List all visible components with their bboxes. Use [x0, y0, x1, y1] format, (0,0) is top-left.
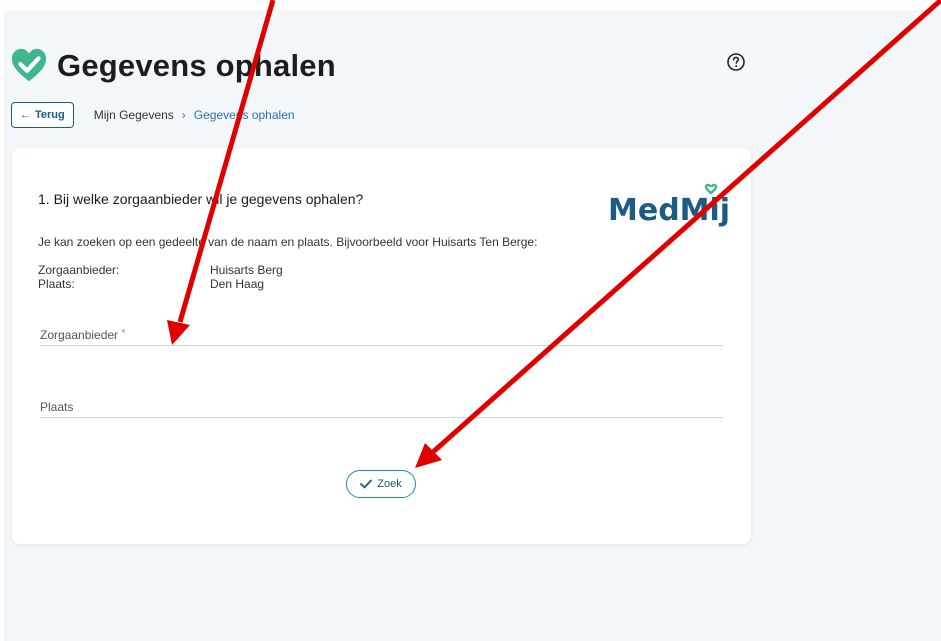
- provider-field[interactable]: Zorgaanbieder *: [40, 324, 723, 346]
- navigation-bar: ← Terug Mijn Gegevens › Gegevens ophalen: [11, 102, 295, 128]
- example-key: Plaats:: [38, 277, 75, 291]
- example-block: Zorgaanbieder: Huisarts Berg Plaats: Den…: [38, 263, 283, 291]
- question-heading: 1. Bij welke zorgaanbieder wil je gegeve…: [38, 191, 364, 207]
- example-value: Huisarts Berg: [210, 263, 283, 277]
- provider-field-underline: [40, 345, 723, 346]
- search-button[interactable]: Zoek: [346, 470, 416, 498]
- example-row: Zorgaanbieder: Huisarts Berg: [38, 263, 283, 277]
- page-title: Gegevens ophalen: [57, 48, 336, 83]
- example-key: Zorgaanbieder:: [38, 263, 120, 277]
- back-button[interactable]: ← Terug: [11, 102, 74, 128]
- provider-input[interactable]: [40, 324, 723, 344]
- breadcrumb: Mijn Gegevens › Gegevens ophalen: [94, 108, 295, 122]
- example-row: Plaats: Den Haag: [38, 277, 283, 291]
- medmij-logo: MedMij: [608, 183, 728, 228]
- place-field[interactable]: Plaats: [40, 398, 723, 418]
- breadcrumb-current: Gegevens ophalen: [193, 108, 295, 122]
- checkmark-icon: [360, 479, 373, 489]
- search-card: 1. Bij welke zorgaanbieder wil je gegeve…: [12, 148, 751, 544]
- arrow-left-icon: ←: [20, 109, 31, 121]
- back-button-label: Terug: [35, 109, 65, 121]
- question-circle-icon[interactable]: [726, 52, 746, 72]
- chevron-right-icon: ›: [181, 108, 186, 122]
- search-hint: Je kan zoeken op een gedeelte van de naa…: [38, 235, 538, 249]
- place-field-underline: [40, 417, 723, 418]
- page-header: Gegevens ophalen: [10, 44, 336, 88]
- svg-text:MedMij: MedMij: [608, 193, 728, 228]
- heart-check-icon: [11, 48, 47, 82]
- search-button-label: Zoek: [377, 478, 402, 490]
- place-input[interactable]: [40, 398, 723, 416]
- example-value: Den Haag: [210, 277, 265, 291]
- breadcrumb-mijn-gegevens[interactable]: Mijn Gegevens: [94, 108, 174, 122]
